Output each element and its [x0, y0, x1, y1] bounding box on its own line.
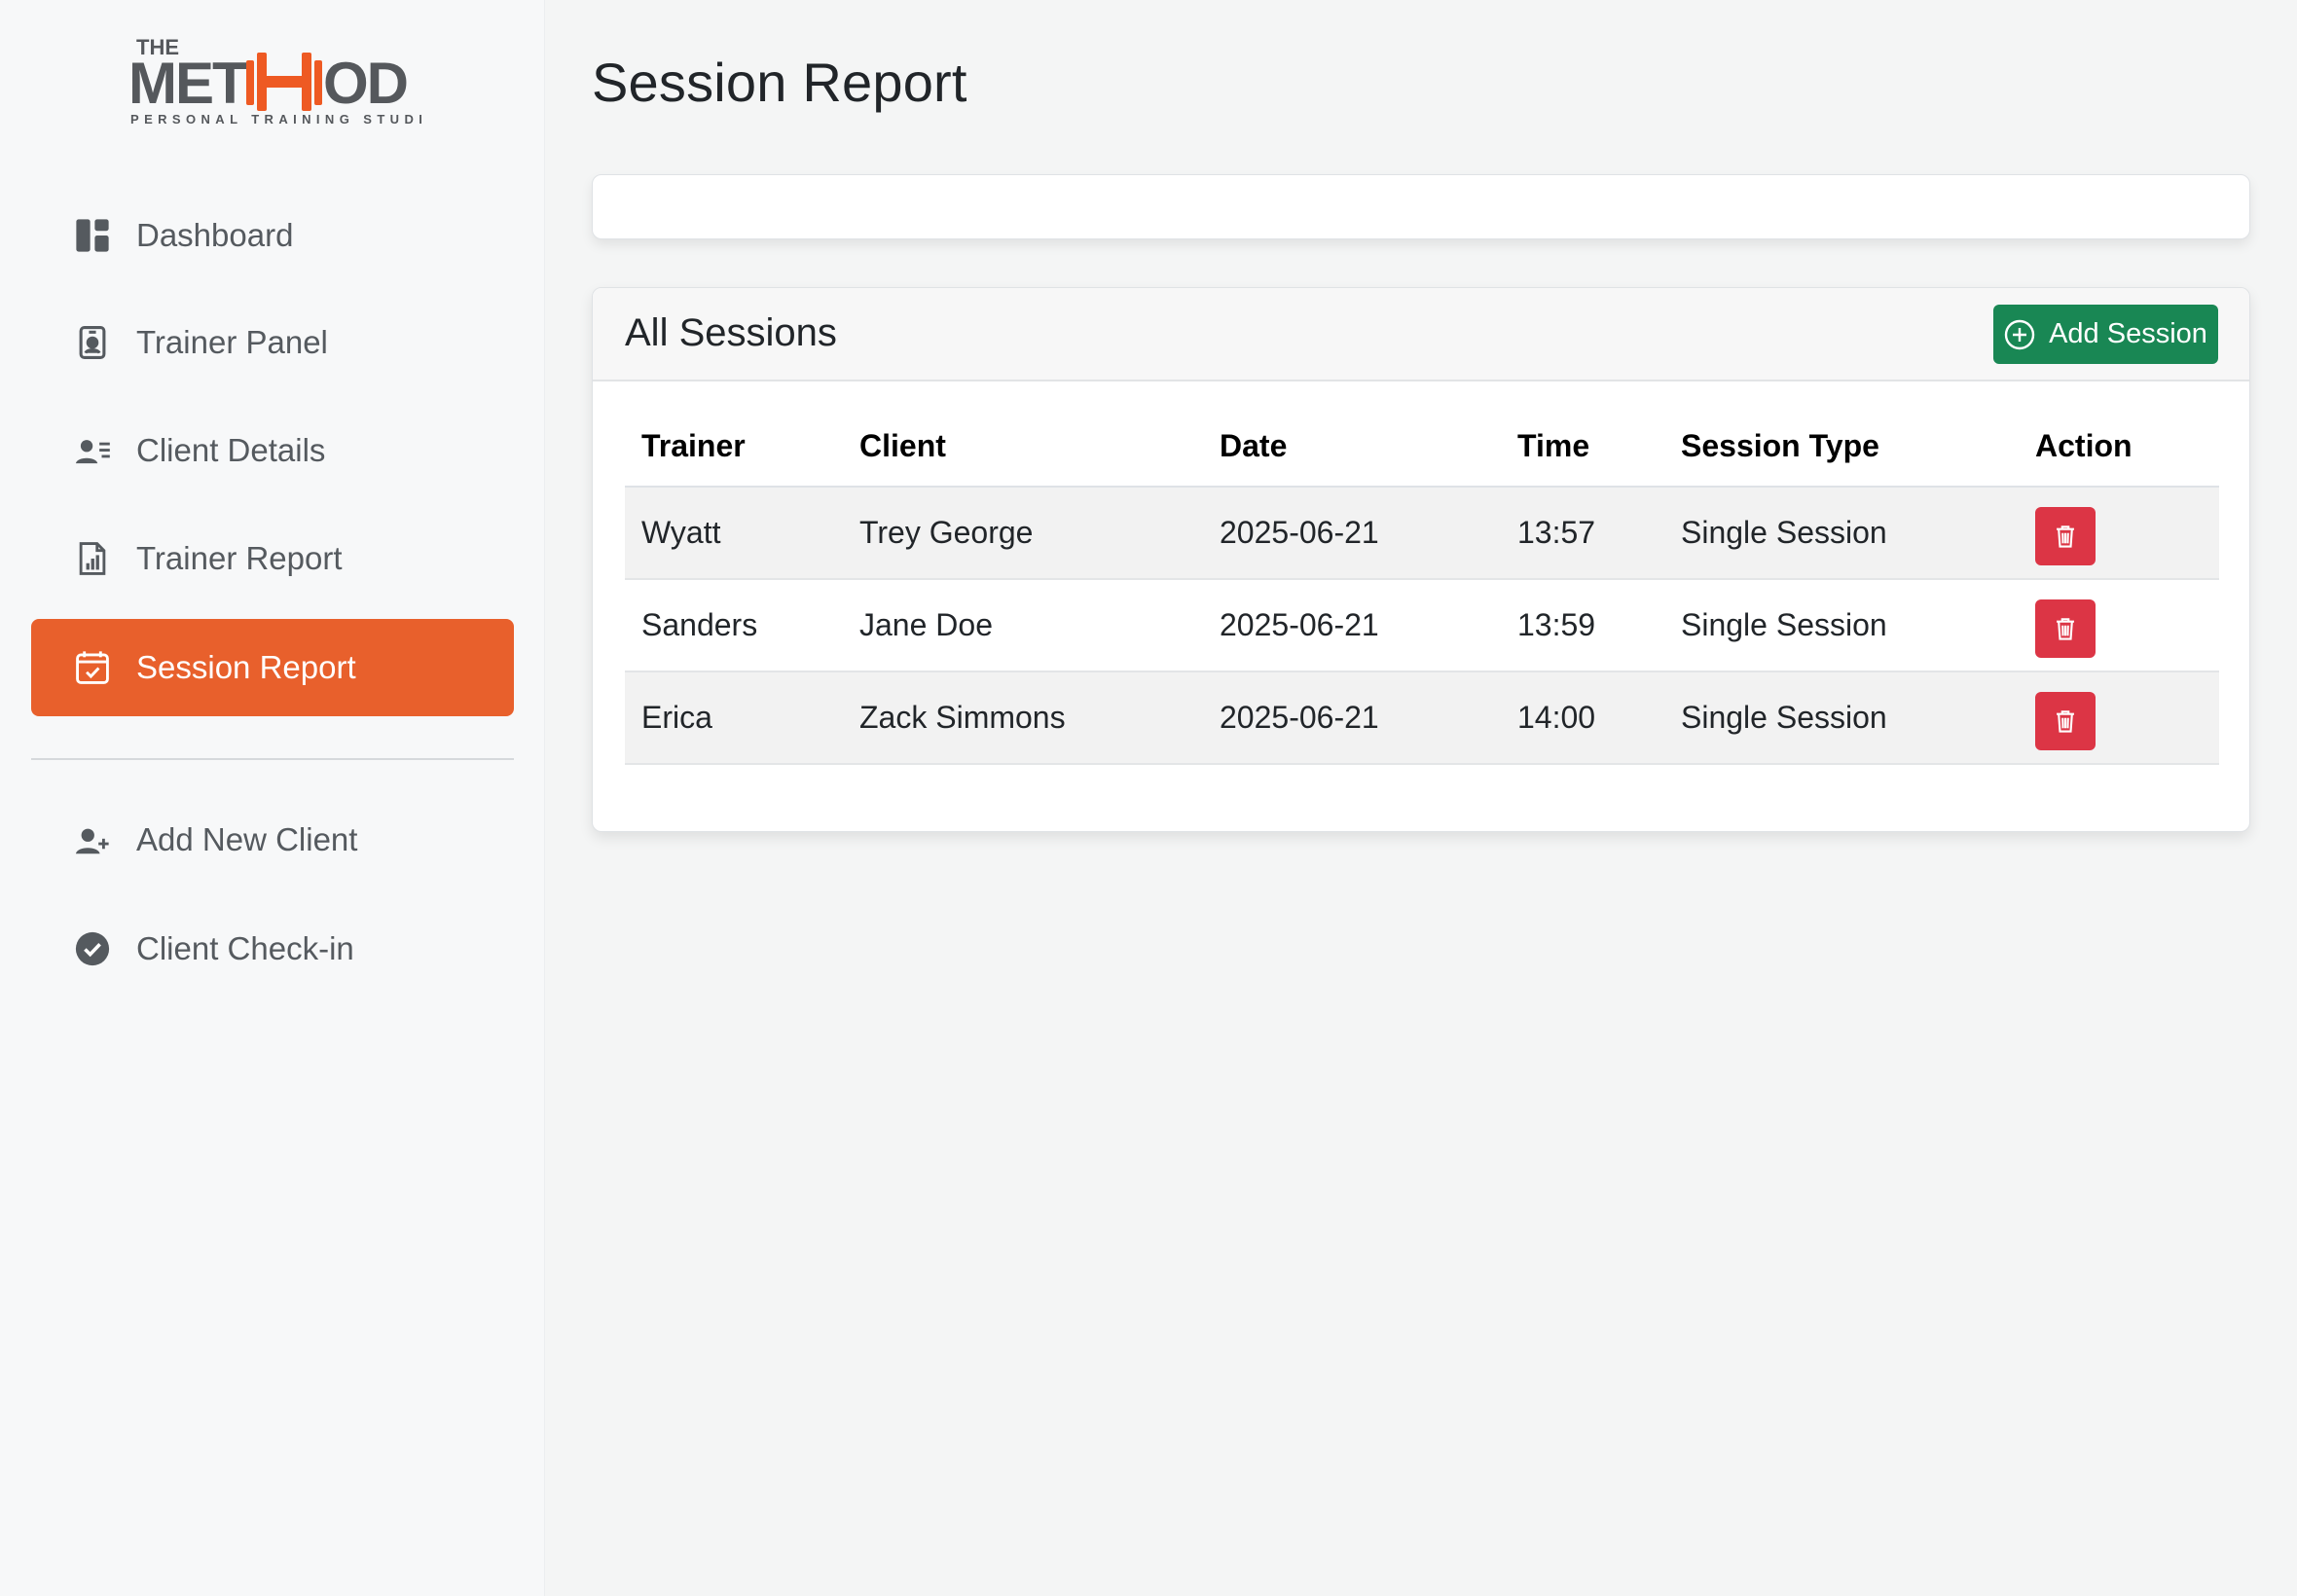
nav-client-details-label: Client Details	[136, 432, 326, 468]
calendar-check-icon	[74, 649, 111, 686]
dashboard-icon	[74, 217, 111, 254]
column-header-client[interactable]: Client	[843, 407, 1203, 488]
table-row: Wyatt Trey George 2025-06-21 13:57 Singl…	[625, 487, 2219, 580]
studio-logo[interactable]: THE MET OD PERSONAL TRAINING STUDIO	[125, 33, 426, 130]
report-file-icon	[74, 540, 111, 577]
logo-tagline: PERSONAL TRAINING STUDIO	[130, 112, 426, 127]
table-row: Erica Zack Simmons 2025-06-21 14:00 Sing…	[625, 671, 2219, 765]
person-lines-icon	[74, 432, 111, 469]
sessions-card: All Sessions Add Session Trainer Client …	[592, 287, 2250, 832]
cell-trainer: Sanders	[625, 579, 843, 672]
check-circle-icon	[74, 930, 111, 967]
cell-action	[2019, 579, 2219, 672]
nav-dashboard-label: Dashboard	[136, 217, 294, 253]
nav-trainer-panel[interactable]: Trainer Panel	[31, 294, 514, 391]
filter-card	[592, 174, 2250, 239]
cell-action	[2019, 671, 2219, 765]
delete-session-button[interactable]	[2035, 691, 2096, 750]
column-header-action: Action	[2019, 407, 2219, 488]
nav-client-check-in-label: Client Check-in	[136, 930, 354, 966]
sessions-table: Trainer Client Date Time Session Type Ac…	[625, 407, 2219, 765]
column-header-trainer[interactable]: Trainer	[625, 407, 843, 488]
table-row: Sanders Jane Doe 2025-06-21 13:59 Single…	[625, 579, 2219, 672]
delete-session-button[interactable]	[2035, 506, 2096, 565]
cell-client: Zack Simmons	[843, 671, 1203, 765]
nav-session-report[interactable]: Session Report	[31, 619, 514, 716]
trash-icon	[2057, 525, 2074, 548]
logo-met-text: MET	[128, 51, 247, 116]
nav-trainer-report-label: Trainer Report	[136, 540, 343, 576]
cell-time: 14:00	[1501, 671, 1664, 765]
plus-circle-icon	[2004, 319, 2035, 349]
nav-session-report-label: Session Report	[136, 649, 356, 685]
dumbbell-icon	[246, 53, 322, 111]
cell-time: 13:59	[1501, 579, 1664, 672]
person-add-icon	[74, 821, 111, 858]
nav-dashboard[interactable]: Dashboard	[31, 187, 514, 284]
cell-date: 2025-06-21	[1203, 487, 1501, 580]
cell-date: 2025-06-21	[1203, 671, 1501, 765]
nav-trainer-panel-label: Trainer Panel	[136, 324, 328, 360]
trash-icon	[2057, 617, 2074, 640]
cell-client: Trey George	[843, 487, 1203, 580]
column-header-date[interactable]: Date	[1203, 407, 1501, 488]
nav-client-details[interactable]: Client Details	[31, 402, 514, 499]
nav-divider	[31, 758, 514, 760]
nav-client-check-in[interactable]: Client Check-in	[31, 900, 514, 998]
cell-session-type: Single Session	[1664, 487, 2019, 580]
column-header-session-type[interactable]: Session Type	[1664, 407, 2019, 488]
cell-session-type: Single Session	[1664, 579, 2019, 672]
sidebar: THE MET OD PERSONAL TRAINING STUDIO Dash…	[0, 0, 545, 1596]
add-session-label: Add Session	[2049, 318, 2207, 349]
card-header: All Sessions Add Session	[593, 288, 2249, 381]
nav-trainer-report[interactable]: Trainer Report	[31, 510, 514, 607]
cell-client: Jane Doe	[843, 579, 1203, 672]
cell-trainer: Erica	[625, 671, 843, 765]
cell-date: 2025-06-21	[1203, 579, 1501, 672]
table-header-row: Trainer Client Date Time Session Type Ac…	[625, 407, 2219, 488]
trash-icon	[2057, 709, 2074, 733]
cell-session-type: Single Session	[1664, 671, 2019, 765]
nav-add-new-client-label: Add New Client	[136, 821, 358, 857]
delete-session-button[interactable]	[2035, 598, 2096, 658]
nav-add-new-client[interactable]: Add New Client	[31, 791, 514, 889]
badge-icon	[74, 324, 111, 361]
page-title: Session Report	[592, 52, 967, 113]
cell-action	[2019, 487, 2219, 580]
column-header-time[interactable]: Time	[1501, 407, 1664, 488]
logo-od-text: OD	[323, 51, 407, 116]
cell-trainer: Wyatt	[625, 487, 843, 580]
cell-time: 13:57	[1501, 487, 1664, 580]
card-title: All Sessions	[625, 311, 837, 354]
add-session-button[interactable]: Add Session	[1993, 305, 2218, 364]
